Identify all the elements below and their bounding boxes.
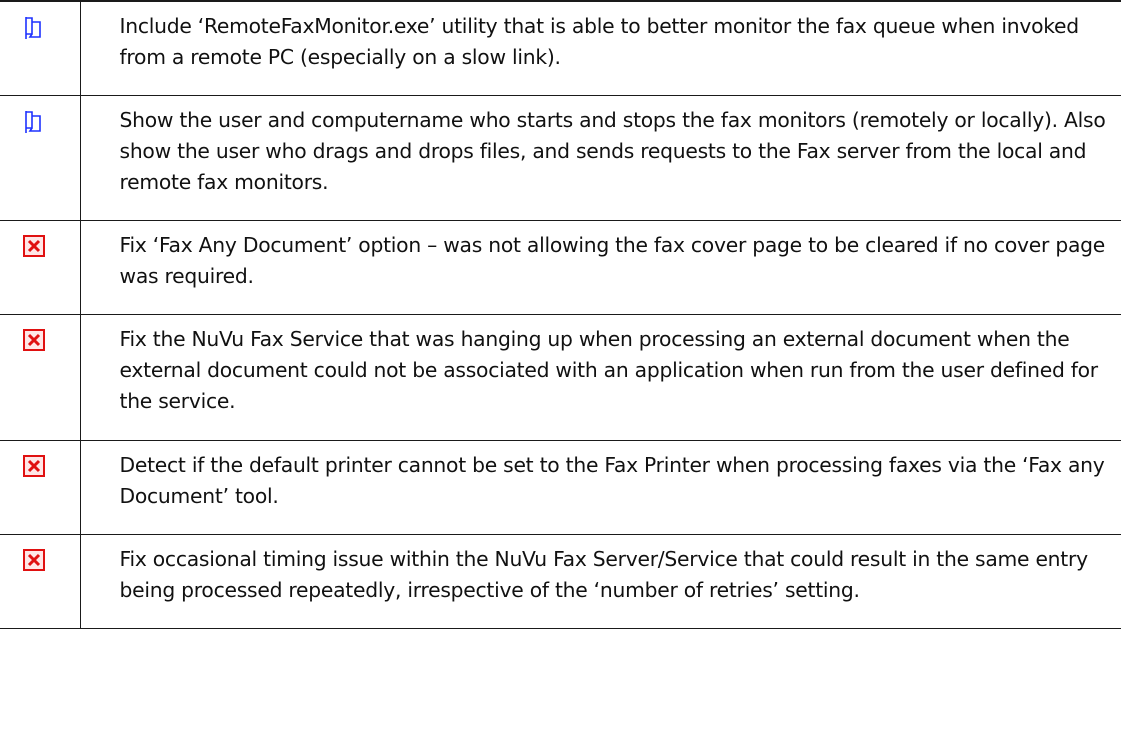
- red-x-icon: [23, 328, 45, 351]
- flag-icon: [25, 17, 41, 39]
- red-x-icon: [23, 234, 45, 257]
- icon-cell: [0, 533, 81, 629]
- icon-cell: [0, 313, 81, 441]
- icon-cell: [0, 219, 81, 315]
- red-x-icon: [23, 454, 45, 477]
- note-text: Fix ‘Fax Any Document’ option – was not …: [119, 232, 1106, 288]
- table-row: Show the user and computername who start…: [0, 94, 1121, 221]
- note-cell: Fix ‘Fax Any Document’ option – was not …: [79, 219, 1121, 315]
- note-cell: Show the user and computername who start…: [79, 94, 1121, 221]
- note-text: Fix occasional timing issue within the N…: [119, 546, 1089, 602]
- note-text: Include ‘RemoteFaxMonitor.exe’ utility t…: [119, 14, 1080, 69]
- icon-cell: [0, 94, 81, 221]
- note-cell: Detect if the default printer cannot be …: [79, 439, 1121, 535]
- red-x-icon: [23, 548, 45, 571]
- table-row: Fix ‘Fax Any Document’ option – was not …: [0, 219, 1121, 315]
- table-row: Detect if the default printer cannot be …: [0, 439, 1121, 535]
- note-text: Show the user and computername who start…: [119, 107, 1106, 194]
- icon-cell: [0, 439, 81, 535]
- icon-cell: [0, 0, 81, 96]
- note-cell: Fix the NuVu Fax Service that was hangin…: [79, 313, 1121, 441]
- note-cell: Fix occasional timing issue within the N…: [79, 533, 1121, 629]
- table-row: Fix the NuVu Fax Service that was hangin…: [0, 313, 1121, 441]
- note-text: Detect if the default printer cannot be …: [119, 452, 1105, 508]
- flag-icon: [25, 110, 41, 133]
- release-notes-table: Include ‘RemoteFaxMonitor.exe’ utility t…: [0, 0, 1121, 629]
- note-cell: Include ‘RemoteFaxMonitor.exe’ utility t…: [79, 0, 1121, 96]
- table-row: Include ‘RemoteFaxMonitor.exe’ utility t…: [0, 0, 1121, 96]
- note-text: Fix the NuVu Fax Service that was hangin…: [119, 326, 1099, 413]
- table-row: Fix occasional timing issue within the N…: [0, 533, 1121, 629]
